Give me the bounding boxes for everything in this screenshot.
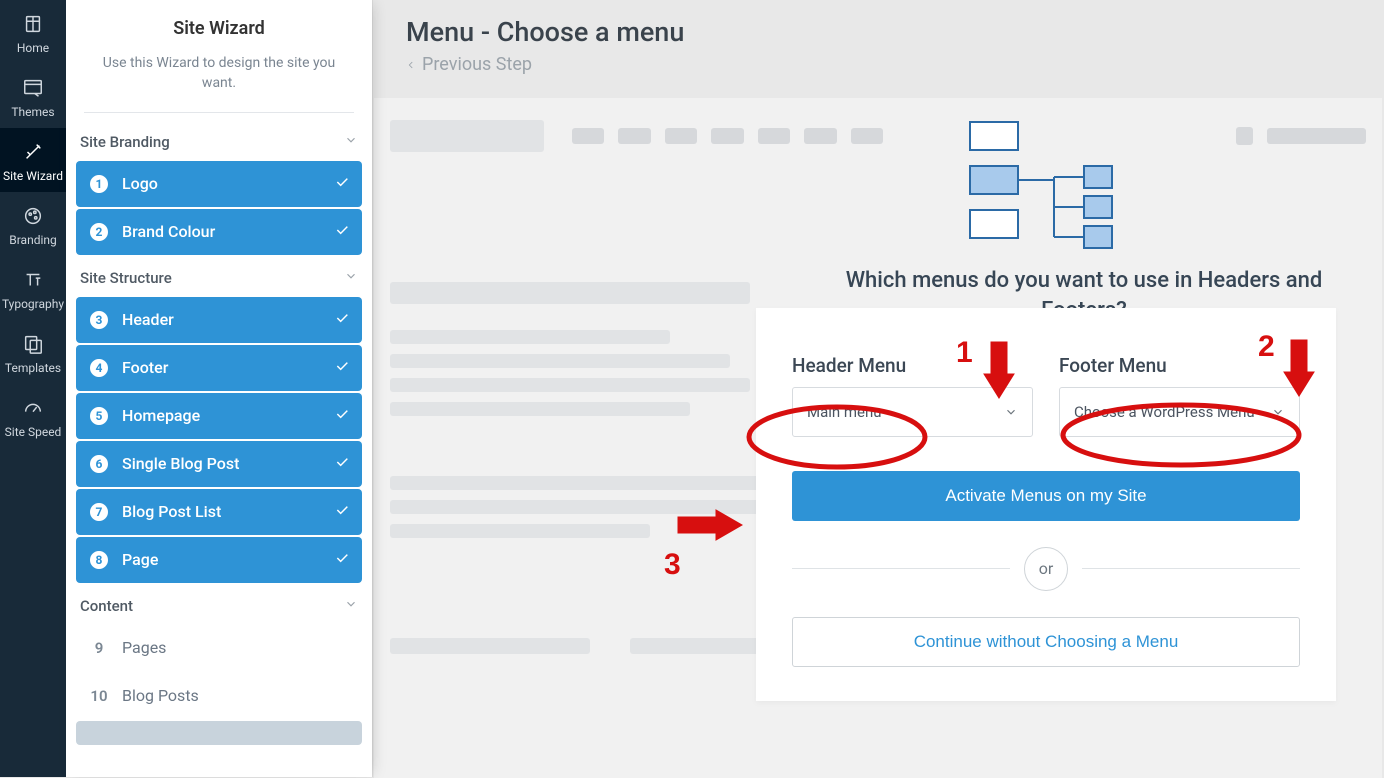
rail-label: Site Wizard <box>3 170 63 182</box>
step-label: Page <box>122 550 158 569</box>
rail-sitewizard[interactable]: Site Wizard <box>0 128 66 192</box>
check-icon <box>334 502 350 522</box>
group-content-label: Content <box>80 597 133 615</box>
step-pages[interactable]: 9 Pages <box>76 625 362 671</box>
footer-menu-field: Footer Menu Choose a WordPress Menu <box>1059 354 1300 437</box>
previous-step-link[interactable]: Previous Step <box>406 54 532 75</box>
wizard-title: Site Wizard <box>84 18 354 39</box>
templates-icon <box>21 332 45 356</box>
previous-step-label: Previous Step <box>422 54 532 75</box>
step-brand-colour[interactable]: 2 Brand Colour <box>76 209 362 255</box>
step-header[interactable]: 3 Header <box>76 297 362 343</box>
step-label: Logo <box>122 174 158 193</box>
step-blog-posts[interactable]: 10 Blog Posts <box>76 673 362 719</box>
home-icon <box>21 12 45 36</box>
rail-typography[interactable]: Typography <box>0 256 66 320</box>
rail-themes[interactable]: Themes <box>0 64 66 128</box>
check-icon <box>334 406 350 426</box>
step-homepage[interactable]: 5 Homepage <box>76 393 362 439</box>
rail-sitespeed[interactable]: Site Speed <box>0 384 66 448</box>
header-menu-value: Main menu <box>807 403 882 421</box>
check-icon <box>334 222 350 242</box>
chevron-down-icon <box>344 269 358 287</box>
step-label: Header <box>122 310 174 329</box>
wizard-icon <box>21 140 45 164</box>
step-number: 6 <box>88 453 110 475</box>
chevron-down-icon <box>344 597 358 615</box>
step-logo[interactable]: 1 Logo <box>76 161 362 207</box>
header-menu-label: Header Menu <box>792 354 1033 377</box>
group-branding-label: Site Branding <box>80 133 170 151</box>
step-label: Blog Posts <box>122 686 199 705</box>
step-number: 9 <box>88 637 110 659</box>
header-menu-select[interactable]: Main menu <box>792 387 1033 437</box>
chevron-left-icon <box>406 58 416 72</box>
chevron-down-icon <box>344 133 358 151</box>
preview-canvas: Which menus do you want to use in Header… <box>374 98 1382 778</box>
page-title: Menu - Choose a menu <box>406 16 1350 48</box>
rail-home[interactable]: Home <box>0 0 66 64</box>
step-number: 2 <box>88 221 110 243</box>
step-number: 1 <box>88 173 110 195</box>
step-label: Brand Colour <box>122 222 215 241</box>
step-number: 3 <box>88 309 110 331</box>
step-label: Pages <box>122 638 166 657</box>
menu-select-card: Header Menu Main menu Footer Menu Choose… <box>756 308 1336 701</box>
footer-menu-select[interactable]: Choose a WordPress Menu <box>1059 387 1300 437</box>
step-number: 5 <box>88 405 110 427</box>
group-structure-header[interactable]: Site Structure <box>66 255 372 297</box>
rail-label: Home <box>17 42 49 54</box>
wizard-subtitle: Use this Wizard to design the site you w… <box>84 53 354 113</box>
chevron-down-icon <box>1271 405 1285 419</box>
sitemap-illustration <box>968 116 1128 270</box>
step-label: Single Blog Post <box>122 454 239 473</box>
step-number: 7 <box>88 501 110 523</box>
check-icon <box>334 454 350 474</box>
check-icon <box>334 174 350 194</box>
check-icon <box>334 358 350 378</box>
step-single-blog-post[interactable]: 6 Single Blog Post <box>76 441 362 487</box>
rail-label: Site Speed <box>5 426 62 438</box>
footer-menu-value: Choose a WordPress Menu <box>1074 403 1255 421</box>
branding-icon <box>21 204 45 228</box>
group-branding-header[interactable]: Site Branding <box>66 119 372 161</box>
rail-branding[interactable]: Branding <box>0 192 66 256</box>
main-area: Menu - Choose a menu Previous Step <box>372 0 1384 777</box>
group-content-header[interactable]: Content <box>66 583 372 625</box>
continue-without-button[interactable]: Continue without Choosing a Menu <box>792 617 1300 667</box>
check-icon <box>334 550 350 570</box>
left-rail-nav: Home Themes Site Wizard Branding Typogra… <box>0 0 66 777</box>
themes-icon <box>21 76 45 100</box>
typography-icon <box>21 268 45 292</box>
rail-templates[interactable]: Templates <box>0 320 66 384</box>
speed-icon <box>21 396 45 420</box>
check-icon <box>334 310 350 330</box>
step-current[interactable] <box>76 721 362 745</box>
header-menu-field: Header Menu Main menu <box>792 354 1033 437</box>
step-number: 8 <box>88 549 110 571</box>
step-blog-post-list[interactable]: 7 Blog Post List <box>76 489 362 535</box>
step-footer[interactable]: 4 Footer <box>76 345 362 391</box>
rail-label: Templates <box>5 362 61 374</box>
wizard-panel: Site Wizard Use this Wizard to design th… <box>66 0 372 777</box>
step-label: Homepage <box>122 406 200 425</box>
step-number: 4 <box>88 357 110 379</box>
activate-menus-button[interactable]: Activate Menus on my Site <box>792 471 1300 521</box>
or-divider: or <box>1024 547 1068 591</box>
footer-menu-label: Footer Menu <box>1059 354 1300 377</box>
group-structure-label: Site Structure <box>80 269 172 287</box>
rail-label: Typography <box>2 298 64 310</box>
step-number: 10 <box>88 685 110 707</box>
chevron-down-icon <box>1004 405 1018 419</box>
rail-label: Branding <box>9 234 57 246</box>
step-label: Footer <box>122 358 168 377</box>
rail-label: Themes <box>11 106 54 118</box>
step-page[interactable]: 8 Page <box>76 537 362 583</box>
step-label: Blog Post List <box>122 502 221 521</box>
